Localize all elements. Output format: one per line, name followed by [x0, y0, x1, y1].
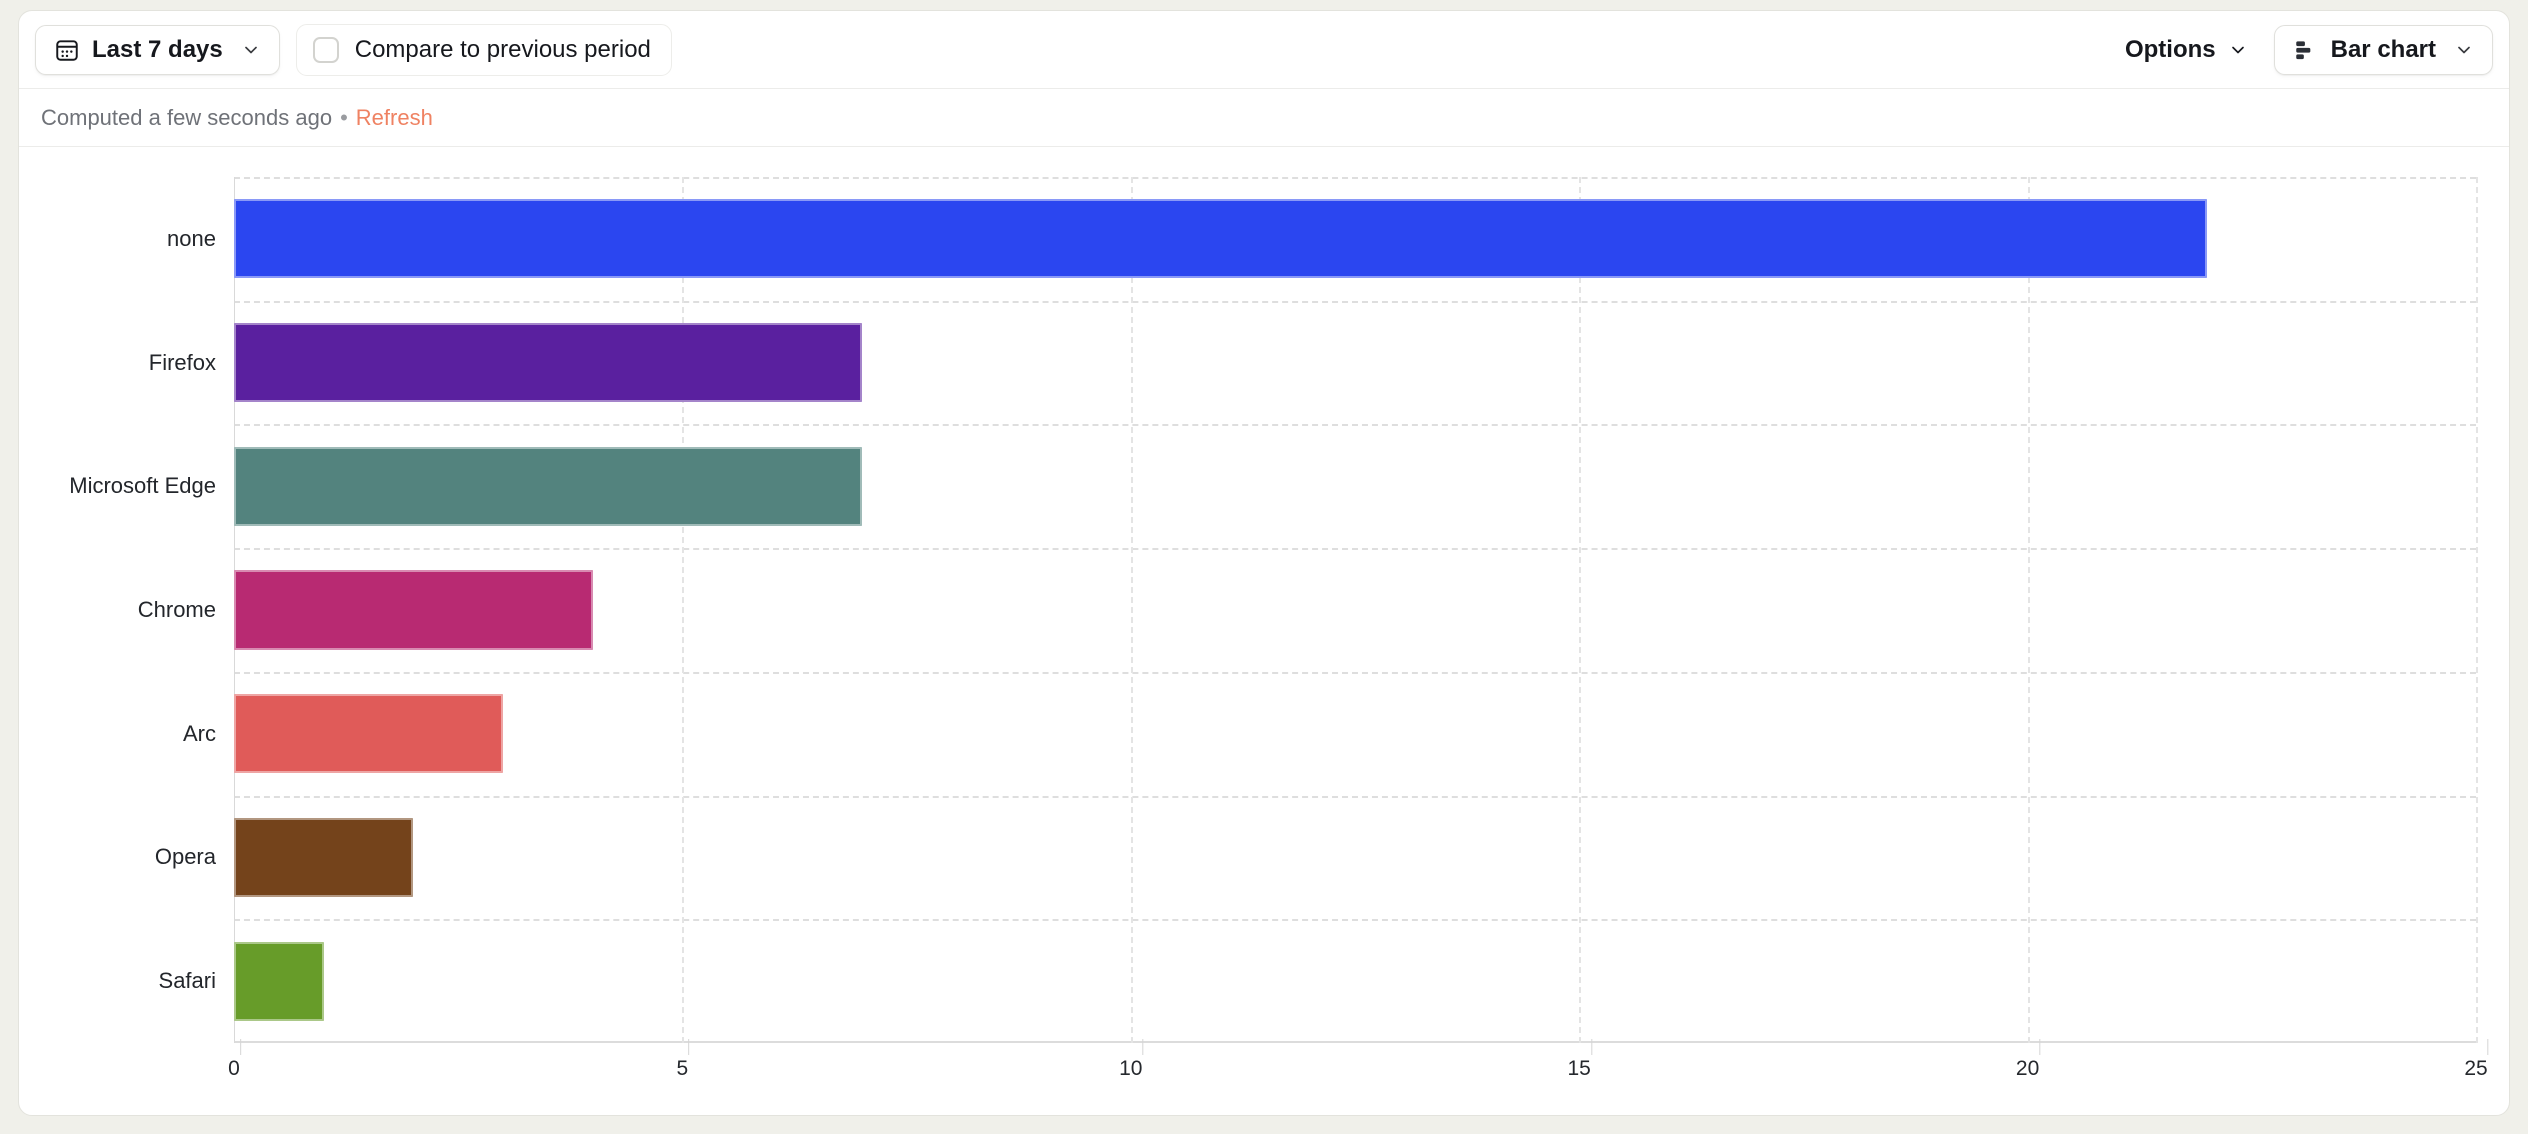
date-range-button[interactable]: Last 7 days — [35, 24, 280, 75]
bar[interactable] — [234, 446, 862, 526]
compare-checkbox[interactable] — [312, 36, 339, 63]
bar[interactable] — [234, 817, 414, 898]
y-axis-label: Firefox — [148, 349, 216, 375]
chart-area: none Firefox Microsoft Edge Chrome Arc Opera S… — [19, 147, 2509, 1115]
analytics-card: Last 7 days Compare to previous period O… — [18, 10, 2510, 1116]
bar-chart-icon — [2293, 37, 2319, 63]
x-tick-label: 5 — [677, 1039, 690, 1081]
status-separator: • — [340, 104, 348, 130]
y-axis-label: Opera — [154, 844, 216, 870]
app-root: Last 7 days Compare to previous period O… — [0, 0, 2528, 1134]
date-range-label: Last 7 days — [92, 35, 223, 63]
status-bar: Computed a few seconds ago • Refresh — [19, 89, 2509, 147]
computed-text: Computed a few seconds ago — [41, 104, 333, 130]
bar[interactable] — [234, 570, 593, 650]
options-button[interactable]: Options — [2121, 30, 2252, 70]
bar[interactable] — [234, 694, 504, 774]
chevron-down-icon — [2454, 40, 2474, 60]
x-tick-label: 10 — [1119, 1039, 1144, 1081]
chart-type-label: Bar chart — [2330, 35, 2436, 63]
x-tick-label: 15 — [1568, 1039, 1592, 1081]
gridline — [2027, 177, 2030, 1043]
bar[interactable] — [234, 199, 2207, 279]
toolbar-right-group: Options Bar chart — [2121, 24, 2493, 75]
y-axis-label: Safari — [158, 968, 216, 994]
y-axis-label: Microsoft Edge — [69, 473, 216, 499]
y-axis-label: Chrome — [137, 597, 216, 623]
x-tick-label: 0 — [228, 1039, 241, 1081]
gridline — [1579, 177, 1582, 1043]
options-label: Options — [2124, 35, 2216, 63]
plot-region: none Firefox Microsoft Edge Chrome Arc Opera S… — [69, 177, 2489, 1080]
x-tick-label: 20 — [2016, 1039, 2041, 1081]
x-tick-label: 25 — [2464, 1039, 2489, 1081]
chevron-down-icon — [241, 40, 261, 60]
y-axis-label: none — [167, 225, 216, 251]
gridline — [2476, 177, 2478, 1043]
gridline — [682, 177, 685, 1043]
toolbar-left-group: Last 7 days Compare to previous period — [35, 23, 672, 76]
y-axis-label: Arc — [183, 720, 216, 746]
bar[interactable] — [234, 322, 862, 403]
x-axis-ticks: 0 5 10 15 20 25 — [228, 1039, 2489, 1097]
x-tick-mark — [2487, 1039, 2489, 1055]
compare-label: Compare to previous period — [354, 35, 651, 63]
refresh-link[interactable]: Refresh — [356, 105, 433, 131]
toolbar: Last 7 days Compare to previous period O… — [19, 11, 2509, 89]
gridline — [1130, 177, 1133, 1043]
calendar-icon — [54, 37, 80, 63]
bar[interactable] — [234, 941, 324, 1021]
chevron-down-icon — [2228, 40, 2248, 60]
compare-previous-period-toggle[interactable]: Compare to previous period — [295, 23, 672, 76]
chart-type-button[interactable]: Bar chart — [2273, 24, 2493, 75]
